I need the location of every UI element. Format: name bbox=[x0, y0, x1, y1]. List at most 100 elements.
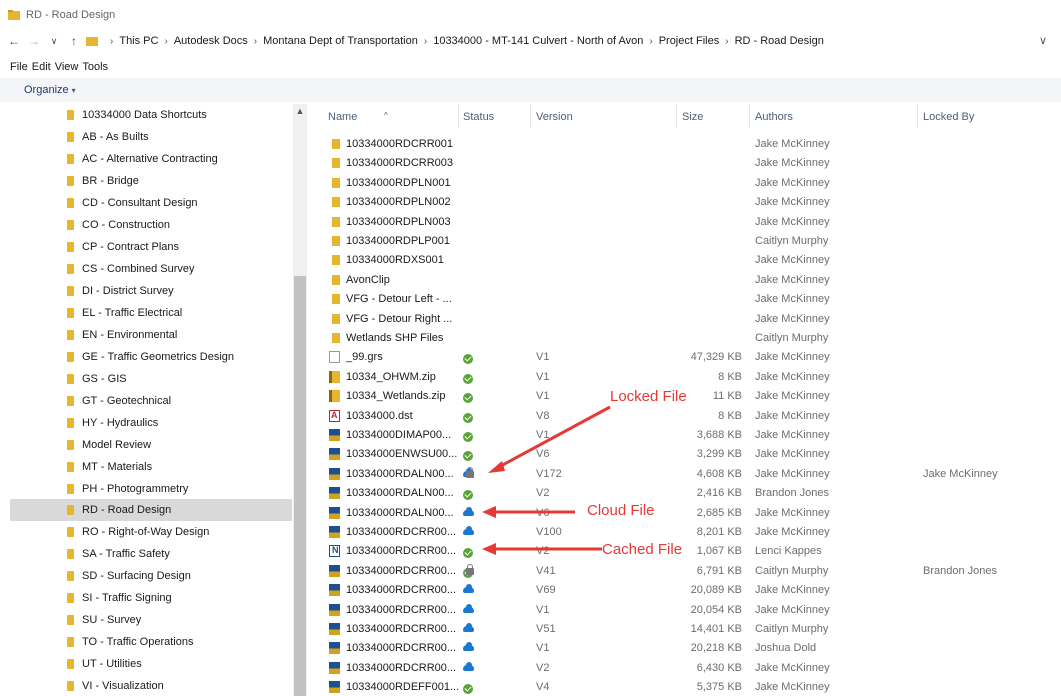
nav-folder-item[interactable]: Model Review bbox=[10, 434, 292, 456]
folder-icon bbox=[67, 308, 74, 318]
nav-folder-item[interactable]: SA - Traffic Safety bbox=[10, 543, 292, 565]
column-header-locked-by[interactable]: Locked By bbox=[923, 111, 974, 123]
nav-folder-label: CP - Contract Plans bbox=[82, 241, 180, 253]
breadcrumb-item[interactable]: Project Files bbox=[659, 35, 720, 47]
nav-folder-item[interactable]: 10334000 Data Shortcuts bbox=[10, 104, 292, 126]
folder-icon bbox=[332, 197, 340, 208]
table-row[interactable]: 10334000RDCRR00... V100 8,201 KB Jake McKin… bbox=[308, 523, 1061, 542]
table-row[interactable]: 10334000RDPLP001 Caitlyn Murphy bbox=[308, 232, 1061, 251]
nav-folder-item[interactable]: GS - GIS bbox=[10, 368, 292, 390]
nav-folder-item[interactable]: SU - Survey bbox=[10, 609, 292, 631]
breadcrumb-separator-icon[interactable]: › bbox=[424, 36, 427, 47]
nav-folder-item[interactable]: AC - Alternative Contracting bbox=[10, 148, 292, 170]
breadcrumb-separator-icon[interactable]: › bbox=[110, 36, 113, 47]
breadcrumb-item[interactable]: RD - Road Design bbox=[735, 35, 824, 47]
zip-folder-icon bbox=[329, 390, 340, 403]
column-divider[interactable] bbox=[458, 104, 459, 128]
nav-folder-item[interactable]: HY - Hydraulics bbox=[10, 412, 292, 434]
table-row[interactable]: 10334000RDCRR00... V69 20,089 KB Jake McKin… bbox=[308, 581, 1061, 600]
column-divider[interactable] bbox=[530, 104, 531, 128]
breadcrumb-item[interactable]: Montana Dept of Transportation bbox=[263, 35, 418, 47]
breadcrumb-separator-icon[interactable]: › bbox=[725, 36, 728, 47]
table-row[interactable]: 10334000DIMAP00... V1 3,688 KB Jake McKinne… bbox=[308, 426, 1061, 445]
table-row[interactable]: VFG - Detour Right ... Jake McKinney bbox=[308, 310, 1061, 329]
table-row[interactable]: 10334000RDCRR00... V51 14,401 KB Caitlyn Mu… bbox=[308, 620, 1061, 639]
breadcrumb-item[interactable]: This PC bbox=[119, 35, 158, 47]
menu-item-tools[interactable]: Tools bbox=[82, 61, 108, 73]
forward-button[interactable]: → bbox=[24, 34, 44, 48]
nav-folder-item[interactable]: PH - Photogrammetry bbox=[10, 478, 292, 500]
breadcrumb-separator-icon[interactable]: › bbox=[649, 36, 652, 47]
table-row[interactable]: 10334000RDPLN002 Jake McKinney bbox=[308, 193, 1061, 212]
column-header-status[interactable]: Status bbox=[463, 111, 494, 123]
nav-folder-item[interactable]: TO - Traffic Operations bbox=[10, 631, 292, 653]
nav-folder-item[interactable]: CD - Consultant Design bbox=[10, 192, 292, 214]
file-name: 10334_OHWM.zip bbox=[346, 370, 436, 383]
organize-button[interactable]: Organize bbox=[24, 84, 69, 96]
nav-folder-item[interactable]: RD - Road Design bbox=[10, 499, 292, 521]
table-row[interactable]: 10334000RDPLN001 Jake McKinney bbox=[308, 174, 1061, 193]
table-row[interactable]: 10334000RDCRR00... V2 1,067 KB Lenci Kappes bbox=[308, 542, 1061, 561]
table-row[interactable]: 10334000RDCRR00... V2 6,430 KB Jake McKinne… bbox=[308, 659, 1061, 678]
nav-folder-item[interactable]: BR - Bridge bbox=[10, 170, 292, 192]
table-row[interactable]: Wetlands SHP Files Caitlyn Murphy bbox=[308, 329, 1061, 348]
back-button[interactable]: ← bbox=[4, 34, 24, 48]
table-row[interactable]: 10334000RDALN00... V6 2,685 KB Jake McKinne… bbox=[308, 504, 1061, 523]
table-row[interactable]: AvonClip Jake McKinney bbox=[308, 271, 1061, 290]
table-row[interactable]: 10334000RDEFF001... V4 5,375 KB Jake McKinn… bbox=[308, 678, 1061, 696]
column-divider[interactable] bbox=[917, 104, 918, 128]
scroll-up-icon[interactable]: ▲ bbox=[293, 106, 307, 116]
breadcrumb-item[interactable]: 10334000 - MT-141 Culvert - North of Avo… bbox=[433, 35, 643, 47]
nav-folder-item[interactable]: CS - Combined Survey bbox=[10, 258, 292, 280]
breadcrumb-separator-icon[interactable]: › bbox=[164, 36, 167, 47]
table-row[interactable]: 10334000RDXS001 Jake McKinney bbox=[308, 251, 1061, 270]
nav-folder-item[interactable]: SD - Surfacing Design bbox=[10, 565, 292, 587]
microstation-file-icon bbox=[329, 506, 340, 519]
menu-item-edit[interactable]: Edit bbox=[32, 61, 51, 73]
address-history-button[interactable]: ∨ bbox=[1039, 34, 1047, 47]
menu-item-view[interactable]: View bbox=[55, 61, 79, 73]
nav-folder-item[interactable]: MT - Materials bbox=[10, 456, 292, 478]
nav-folder-item[interactable]: AB - As Builts bbox=[10, 126, 292, 148]
column-header-authors[interactable]: Authors bbox=[755, 111, 793, 123]
nav-folder-item[interactable]: GE - Traffic Geometrics Design bbox=[10, 346, 292, 368]
nav-folder-item[interactable]: EL - Traffic Electrical bbox=[10, 302, 292, 324]
table-row[interactable]: 10334000RDPLN003 Jake McKinney bbox=[308, 213, 1061, 232]
nav-folder-item[interactable]: DI - District Survey bbox=[10, 280, 292, 302]
table-row[interactable]: 10334000RDCRR00... V41 6,791 KB Caitlyn Mur… bbox=[308, 562, 1061, 581]
column-header-version[interactable]: Version bbox=[536, 111, 573, 123]
nav-folder-item[interactable]: CP - Contract Plans bbox=[10, 236, 292, 258]
scrollbar-thumb[interactable] bbox=[294, 276, 306, 696]
file-size: 6,791 KB bbox=[696, 564, 742, 577]
nav-folder-item[interactable]: UT - Utilities bbox=[10, 653, 292, 675]
nav-folder-item[interactable]: GT - Geotechnical bbox=[10, 390, 292, 412]
table-row[interactable]: 10334000RDCRR001 Jake McKinney bbox=[308, 135, 1061, 154]
table-row[interactable]: 10334000RDCRR00... V1 20,054 KB Jake McKinn… bbox=[308, 601, 1061, 620]
file-name: 10334000RDALN00... bbox=[346, 467, 454, 480]
nav-folder-item[interactable]: VI - Visualization bbox=[10, 675, 292, 696]
table-row[interactable]: 10334000.dst V8 8 KB Jake McKinney bbox=[308, 407, 1061, 426]
table-row[interactable]: 10334000RDALN00... V2 2,416 KB Brandon Jone… bbox=[308, 484, 1061, 503]
column-divider[interactable] bbox=[676, 104, 677, 128]
nav-folder-item[interactable]: SI - Traffic Signing bbox=[10, 587, 292, 609]
column-header-name[interactable]: Name bbox=[328, 111, 357, 123]
breadcrumb-separator-icon[interactable]: › bbox=[254, 36, 257, 47]
nav-folder-item[interactable]: CO - Construction bbox=[10, 214, 292, 236]
table-row[interactable]: 10334000ENWSU00... V6 3,299 KB Jake McKinne… bbox=[308, 445, 1061, 464]
table-row[interactable]: 10334000RDCRR00... V1 20,218 KB Joshua Dold bbox=[308, 639, 1061, 658]
column-header-size[interactable]: Size bbox=[682, 111, 703, 123]
column-divider[interactable] bbox=[749, 104, 750, 128]
menu-item-file[interactable]: File bbox=[10, 61, 28, 73]
nav-folder-item[interactable]: EN - Environmental bbox=[10, 324, 292, 346]
recent-locations-button[interactable]: ∨ bbox=[44, 36, 64, 47]
breadcrumb-item[interactable]: Autodesk Docs bbox=[174, 35, 248, 47]
up-button[interactable]: ↑ bbox=[64, 34, 84, 48]
file-version: V69 bbox=[536, 584, 556, 597]
table-row[interactable]: 10334000RDALN00... V172 4,608 KB Jake McKin… bbox=[308, 465, 1061, 484]
table-row[interactable]: VFG - Detour Left - ... Jake McKinney bbox=[308, 290, 1061, 309]
table-row[interactable]: 10334000RDCRR003 Jake McKinney bbox=[308, 154, 1061, 173]
table-row[interactable]: _99.grs V1 47,329 KB Jake McKinney bbox=[308, 348, 1061, 367]
table-row[interactable]: 10334_OHWM.zip V1 8 KB Jake McKinney bbox=[308, 368, 1061, 387]
nav-scrollbar[interactable]: ▲ bbox=[293, 104, 307, 696]
nav-folder-item[interactable]: RO - Right-of-Way Design bbox=[10, 521, 292, 543]
